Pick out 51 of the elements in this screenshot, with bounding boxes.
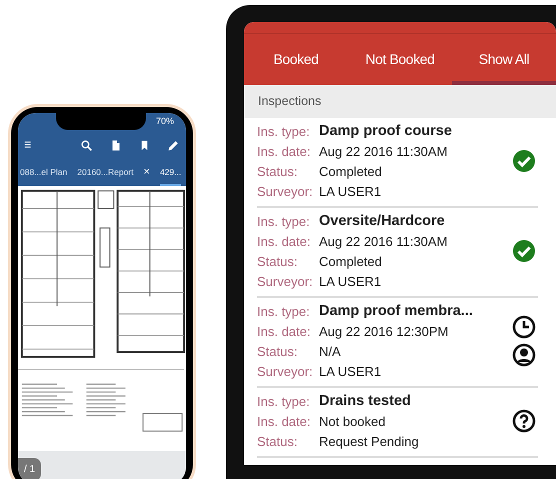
field-value: Damp proof membra... [319, 302, 474, 321]
field-value: N/A [319, 342, 342, 361]
check-circle-icon [512, 149, 536, 174]
field-label: Status: [257, 252, 298, 271]
document-tab[interactable]: 20160...Report [77, 160, 134, 186]
close-tab-button[interactable]: × [144, 160, 150, 186]
field-label: Ins. date: [257, 322, 312, 341]
field-label: Surveyor: [257, 362, 314, 381]
pencil-icon[interactable] [167, 138, 180, 152]
field-label: Status: [257, 162, 298, 181]
field-label: Surveyor: [257, 182, 314, 201]
filter-tab[interactable]: Booked [244, 34, 348, 85]
field-label: Ins. date: [257, 232, 312, 251]
search-icon[interactable] [80, 138, 93, 152]
filter-tab[interactable]: Not Booked [348, 34, 452, 85]
field-value: Completed [319, 252, 383, 271]
clock-icon [512, 315, 536, 340]
field-value: Damp proof course [319, 122, 453, 141]
field-value: Oversite/Hardcore [319, 212, 446, 231]
bookmark-icon[interactable] [139, 138, 150, 152]
field-label: Ins. type: [257, 212, 311, 231]
field-value: Request Pending [319, 432, 420, 451]
field-value: Aug 22 2016 11:30AM [319, 232, 448, 251]
field-label: Ins. date: [257, 412, 312, 431]
battery-level: 70% [156, 114, 174, 128]
person-icon [512, 343, 536, 368]
field-label: Status: [257, 432, 298, 451]
document-tab[interactable]: 088...el Plan [20, 160, 68, 186]
section-header: Inspections [244, 85, 556, 118]
inspection-item[interactable]: Ins. type: Damp proof membra... Ins. date: Aug 22 2016 12:30PM Status: N/A Surveyor: LA USER1 [257, 298, 538, 388]
question-icon [512, 409, 536, 434]
field-value: Drains tested [319, 392, 412, 411]
field-value: Aug 22 2016 12:30PM [319, 322, 450, 341]
field-label: Ins. type: [257, 302, 311, 321]
field-label: Ins. date: [257, 142, 312, 161]
document-icon[interactable] [110, 138, 122, 152]
field-value: Not booked [319, 412, 386, 431]
check-circle-icon [512, 239, 536, 264]
inspection-item[interactable]: Ins. type: Oversite/Hardcore Ins. date: Aug 22 2016 11:30AM Status: Completed Surveyor: LA USER1 [257, 208, 538, 298]
field-label: Ins. type: [257, 122, 311, 141]
inspection-item[interactable]: Ins. type: Drains tested Ins. date: Not booked Status: Request Pending [257, 388, 538, 458]
field-value: Completed [319, 162, 383, 181]
field-value: Aug 22 2016 11:30AM [319, 142, 448, 161]
page-indicator: / 1 [18, 458, 42, 479]
field-label: Status: [257, 342, 298, 361]
field-value: LA USER1 [319, 362, 382, 381]
field-value: LA USER1 [319, 272, 382, 291]
inspection-item[interactable]: Ins. type: Damp proof course Ins. date: Aug 22 2016 11:30AM Status: Completed Surveyor: LA USER1 [257, 118, 538, 208]
field-label: Surveyor: [257, 272, 314, 291]
field-value: LA USER1 [319, 182, 382, 201]
field-label: Ins. type: [257, 392, 311, 411]
